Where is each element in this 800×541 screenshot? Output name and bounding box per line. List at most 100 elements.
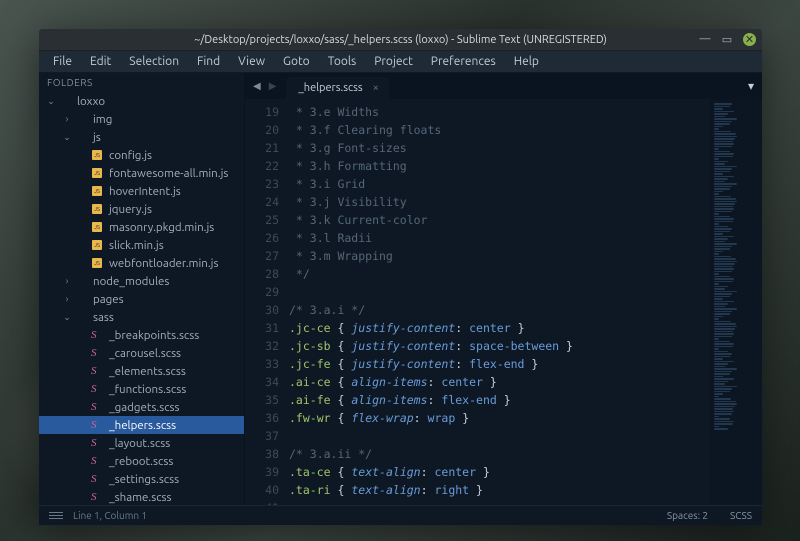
- minimap-line: [714, 196, 731, 198]
- code-line[interactable]: * 3.e Widths: [289, 103, 710, 121]
- code-line[interactable]: .ta-ri { text-align: right }: [289, 481, 710, 499]
- minimap-line: [714, 326, 737, 328]
- code-line[interactable]: .ai-ce { align-items: center }: [289, 373, 710, 391]
- folder-node[interactable]: ⌄sass: [39, 308, 244, 326]
- code-line[interactable]: [289, 283, 710, 301]
- minimap-line: [714, 131, 731, 133]
- code-line[interactable]: /* 3.a.ii */: [289, 445, 710, 463]
- minimap-line: [714, 356, 730, 358]
- menu-item-edit[interactable]: Edit: [82, 53, 119, 70]
- syntax-setting[interactable]: SCSS: [730, 510, 752, 521]
- code-line[interactable]: .jc-sb { justify-content: space-between …: [289, 337, 710, 355]
- minimap-line: [714, 103, 732, 105]
- file-node[interactable]: JSslick.min.js: [39, 236, 244, 254]
- code-line[interactable]: .ai-fe { align-items: flex-end }: [289, 391, 710, 409]
- menu-item-tools[interactable]: Tools: [320, 53, 365, 70]
- tab-close-icon[interactable]: ×: [373, 82, 379, 94]
- code-text[interactable]: * 3.e Widths * 3.f Clearing floats * 3.g…: [289, 99, 710, 505]
- minimize-icon[interactable]: —: [699, 33, 711, 45]
- sidebar: FOLDERS ⌄loxxo›img⌄jsJSconfig.jsJSfontaw…: [39, 73, 245, 505]
- chevron-right-icon[interactable]: ›: [61, 294, 73, 304]
- file-node[interactable]: S_gadgets.scss: [39, 398, 244, 416]
- minimap-line: [714, 321, 731, 323]
- code-line[interactable]: /* 3.a.i */: [289, 301, 710, 319]
- file-node[interactable]: S_carousel.scss: [39, 344, 244, 362]
- maximize-icon[interactable]: ▭: [721, 33, 733, 45]
- minimap-line: [714, 273, 719, 275]
- code-line[interactable]: .jc-ce { justify-content: center }: [289, 319, 710, 337]
- chevron-down-icon[interactable]: ⌄: [45, 96, 57, 107]
- minimap-line: [714, 201, 737, 203]
- node-label: _elements.scss: [109, 365, 186, 378]
- minimap-line: [714, 381, 728, 383]
- minimap-line: [714, 308, 737, 310]
- cursor-position[interactable]: Line 1, Column 1: [73, 510, 147, 521]
- menu-item-help[interactable]: Help: [506, 53, 547, 70]
- file-node[interactable]: JSfontawesome-all.min.js: [39, 164, 244, 182]
- line-number: 27: [249, 247, 279, 265]
- file-node[interactable]: S_shame.scss: [39, 488, 244, 505]
- indent-setting[interactable]: Spaces: 2: [667, 510, 708, 521]
- folder-node[interactable]: ›img: [39, 110, 244, 128]
- node-label: node_modules: [93, 275, 169, 288]
- tab-active[interactable]: _helpers.scss ×: [286, 77, 388, 99]
- code-line[interactable]: * 3.j Visibility: [289, 193, 710, 211]
- minimap-line: [714, 123, 730, 125]
- code-line[interactable]: * 3.m Wrapping: [289, 247, 710, 265]
- menu-icon[interactable]: [49, 512, 63, 519]
- file-node[interactable]: S_helpers.scss: [39, 416, 244, 434]
- folder-node[interactable]: ⌄js: [39, 128, 244, 146]
- chevron-right-icon[interactable]: ›: [61, 114, 73, 124]
- file-node[interactable]: S_reboot.scss: [39, 452, 244, 470]
- chevron-down-icon[interactable]: ⌄: [61, 132, 73, 143]
- file-node[interactable]: JSconfig.js: [39, 146, 244, 164]
- file-node[interactable]: S_elements.scss: [39, 362, 244, 380]
- file-node[interactable]: JSjquery.js: [39, 200, 244, 218]
- menu-item-preferences[interactable]: Preferences: [423, 53, 504, 70]
- tab-overflow-icon[interactable]: ▾: [748, 79, 754, 93]
- menu-item-find[interactable]: Find: [189, 53, 228, 70]
- folder-node[interactable]: ⌄loxxo: [39, 92, 244, 110]
- file-node[interactable]: JSmasonry.pkgd.min.js: [39, 218, 244, 236]
- file-node[interactable]: JShoverIntent.js: [39, 182, 244, 200]
- chevron-down-icon[interactable]: ⌄: [61, 312, 73, 323]
- code-line[interactable]: .ta-ce { text-align: center }: [289, 463, 710, 481]
- code-line[interactable]: * 3.k Current-color: [289, 211, 710, 229]
- code-line[interactable]: */: [289, 265, 710, 283]
- code-line[interactable]: .jc-fe { justify-content: flex-end }: [289, 355, 710, 373]
- close-icon[interactable]: ✕: [743, 33, 756, 46]
- file-node[interactable]: JSwebfontloader.min.js: [39, 254, 244, 272]
- code-line[interactable]: * 3.l Radii: [289, 229, 710, 247]
- folder-node[interactable]: › node_modules: [39, 272, 244, 290]
- menu-item-selection[interactable]: Selection: [121, 53, 187, 70]
- code-line[interactable]: [289, 427, 710, 445]
- titlebar[interactable]: ~/Desktop/projects/loxxo/sass/_helpers.s…: [39, 29, 762, 51]
- code-area[interactable]: 1920212223242526272829303132333435363738…: [245, 99, 762, 505]
- file-node[interactable]: S_breakpoints.scss: [39, 326, 244, 344]
- menu-item-project[interactable]: Project: [366, 53, 421, 70]
- minimap-line: [714, 218, 734, 220]
- code-line[interactable]: * 3.g Font-sizes: [289, 139, 710, 157]
- file-node[interactable]: S_functions.scss: [39, 380, 244, 398]
- minimap-line: [714, 263, 735, 265]
- file-node[interactable]: S_settings.scss: [39, 470, 244, 488]
- tab-nav-forward-icon[interactable]: ▶: [265, 74, 281, 98]
- minimap[interactable]: [710, 99, 762, 505]
- menu-item-file[interactable]: File: [45, 53, 80, 70]
- code-line[interactable]: * 3.h Formatting: [289, 157, 710, 175]
- tab-nav-back-icon[interactable]: ◀: [249, 74, 265, 98]
- minimap-line: [714, 183, 737, 185]
- node-label: _helpers.scss: [109, 419, 176, 432]
- code-line[interactable]: * 3.i Grid: [289, 175, 710, 193]
- minimap-line: [714, 126, 723, 128]
- menu-item-view[interactable]: View: [230, 53, 273, 70]
- minimap-line: [714, 266, 733, 268]
- minimap-line: [714, 331, 733, 333]
- chevron-right-icon[interactable]: ›: [61, 276, 73, 286]
- menu-item-goto[interactable]: Goto: [275, 53, 318, 70]
- minimap-line: [714, 236, 734, 238]
- code-line[interactable]: * 3.f Clearing floats: [289, 121, 710, 139]
- file-node[interactable]: S_layout.scss: [39, 434, 244, 452]
- folder-node[interactable]: ›pages: [39, 290, 244, 308]
- code-line[interactable]: .fw-wr { flex-wrap: wrap }: [289, 409, 710, 427]
